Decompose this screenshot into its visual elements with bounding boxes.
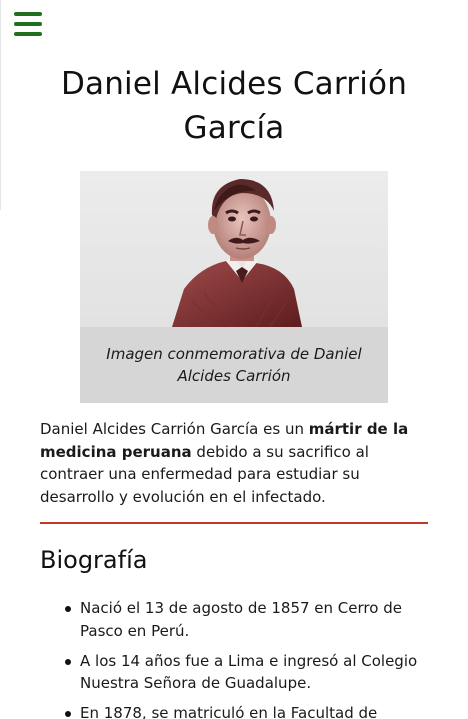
page: Daniel Alcides Carrión García Imagen con… [0, 0, 468, 719]
menu-bar-top [14, 12, 42, 16]
portrait-image [80, 171, 388, 327]
intro-paragraph: Daniel Alcides Carrión García es un márt… [40, 418, 428, 508]
list-item: Nació el 13 de agosto de 1857 en Cerro d… [40, 597, 428, 642]
section-divider [40, 522, 428, 524]
biography-list: Nació el 13 de agosto de 1857 en Cerro d… [40, 597, 428, 719]
menu-bar-middle [14, 22, 42, 26]
intro-text-start: Daniel Alcides Carrión García es un [40, 420, 309, 438]
hamburger-menu-icon[interactable] [14, 12, 42, 36]
list-item: En 1878, se matriculó en la Facultad de [40, 702, 428, 719]
figure-caption: Imagen conmemorativa de Daniel Alcides C… [106, 345, 362, 385]
list-item: A los 14 años fue a Lima e ingresó al Co… [40, 650, 428, 695]
section-heading-biografia: Biografía [40, 546, 148, 574]
menu-bar-bottom [14, 32, 42, 36]
portrait-figure: Imagen conmemorativa de Daniel Alcides C… [80, 171, 388, 403]
page-title: Daniel Alcides Carrión García [60, 66, 408, 146]
sidebar-edge [0, 0, 1, 210]
